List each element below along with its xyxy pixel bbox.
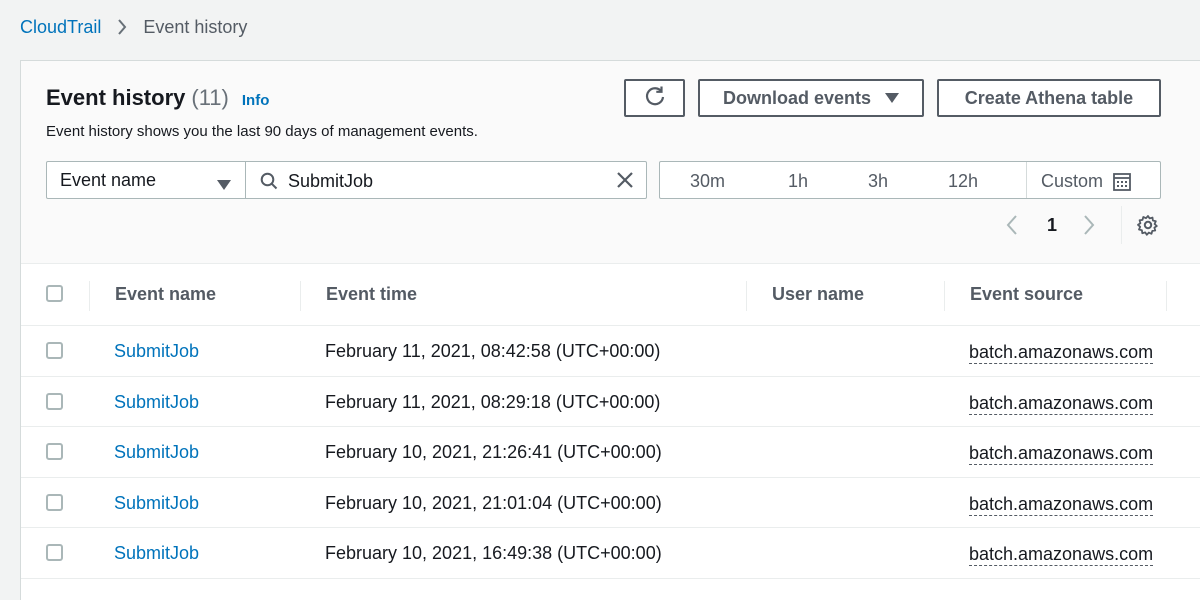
refresh-icon [644, 85, 666, 112]
column-header-user-name[interactable]: User name [772, 284, 864, 305]
event-time: February 10, 2021, 16:49:38 (UTC+00:00) [325, 543, 662, 563]
table-row[interactable]: SubmitJob February 11, 2021, 08:42:58 (U… [21, 326, 1200, 377]
column-header-event-source[interactable]: Event source [970, 284, 1083, 305]
search-input-value: SubmitJob [288, 171, 374, 191]
column-divider [944, 281, 945, 311]
search-icon [260, 172, 278, 195]
panel-header: Event history (11) Info Event history sh… [21, 61, 1200, 264]
row-checkbox[interactable] [46, 392, 63, 410]
events-table: Event name Event time User name Event so… [21, 264, 1200, 579]
event-source[interactable]: batch.amazonaws.com [969, 442, 1154, 465]
info-link[interactable]: Info [242, 92, 270, 109]
row-checkbox[interactable] [46, 443, 63, 460]
column-divider [300, 281, 301, 311]
event-name-link[interactable]: SubmitJob [114, 341, 199, 362]
event-time: February 10, 2021, 21:26:41 (UTC+00:00) [325, 442, 662, 462]
time-range-1h[interactable]: 1h [788, 171, 808, 192]
chevron-right-icon [117, 18, 127, 36]
pagination-divider [1121, 206, 1122, 244]
download-events-label: Download events [722, 87, 872, 108]
time-range-custom-label: Custom [1041, 171, 1104, 191]
select-all-checkbox[interactable] [46, 285, 63, 302]
table-row[interactable]: SubmitJob February 11, 2021, 08:29:18 (U… [21, 377, 1200, 427]
pagination-current-page[interactable]: 1 [1047, 215, 1057, 236]
chevron-right-icon[interactable] [1083, 214, 1095, 241]
table-row[interactable]: SubmitJob February 10, 2021, 21:26:41 (U… [21, 427, 1200, 478]
refresh-button[interactable] [624, 79, 685, 117]
time-range-custom[interactable]: Custom [1041, 171, 1131, 192]
row-checkbox[interactable] [46, 544, 63, 561]
column-divider [1166, 281, 1167, 311]
table-row[interactable]: SubmitJob February 10, 2021, 21:01:04 (U… [21, 478, 1200, 528]
event-time: February 11, 2021, 08:42:58 (UTC+00:00) [325, 341, 661, 361]
attribute-select-value: Event name [60, 169, 157, 190]
row-checkbox[interactable] [46, 493, 63, 511]
caret-down-icon [217, 175, 231, 196]
chevron-left-icon[interactable] [1006, 214, 1018, 241]
close-icon[interactable] [616, 171, 634, 194]
calendar-icon [1113, 172, 1131, 191]
download-events-button[interactable]: Download events [698, 79, 924, 117]
search-input[interactable]: SubmitJob [245, 161, 647, 199]
event-time: February 11, 2021, 08:29:18 (UTC+00:00) [325, 391, 661, 412]
row-checkbox[interactable] [46, 342, 63, 359]
event-source[interactable]: batch.amazonaws.com [969, 543, 1154, 566]
event-time: February 10, 2021, 21:01:04 (UTC+00:00) [325, 492, 662, 513]
page-title: Event history (11) Info [46, 85, 269, 111]
breadcrumb: CloudTrail Event history [20, 14, 247, 40]
gear-icon[interactable] [1137, 214, 1159, 241]
column-header-event-time[interactable]: Event time [326, 284, 417, 305]
time-range-divider [1026, 162, 1027, 198]
event-source[interactable]: batch.amazonaws.com [969, 341, 1154, 364]
time-range-selector: 30m 1h 3h 12h Custom [659, 161, 1161, 199]
event-source[interactable]: batch.amazonaws.com [969, 493, 1154, 516]
column-divider [746, 281, 747, 311]
event-source[interactable]: batch.amazonaws.com [969, 392, 1154, 415]
caret-down-icon [885, 88, 900, 109]
table-row[interactable]: SubmitJob February 10, 2021, 16:49:38 (U… [21, 528, 1200, 579]
event-name-link[interactable]: SubmitJob [114, 493, 199, 514]
table-header: Event name Event time User name Event so… [21, 264, 1200, 326]
breadcrumb-current: Event history [143, 16, 248, 37]
attribute-select[interactable]: Event name [46, 161, 246, 199]
event-name-link[interactable]: SubmitJob [114, 392, 199, 413]
event-history-panel: Event history (11) Info Event history sh… [20, 60, 1200, 600]
page-description: Event history shows you the last 90 days… [46, 123, 478, 140]
breadcrumb-cloudtrail-link[interactable]: CloudTrail [20, 17, 101, 38]
column-header-event-name[interactable]: Event name [115, 284, 216, 305]
page-title-text: Event history [46, 85, 186, 110]
event-count: (11) [191, 85, 229, 110]
time-range-12h[interactable]: 12h [948, 171, 978, 192]
event-name-link[interactable]: SubmitJob [114, 543, 199, 564]
time-range-3h[interactable]: 3h [868, 171, 888, 192]
create-athena-table-button[interactable]: Create Athena table [937, 79, 1161, 117]
column-divider [89, 281, 90, 311]
time-range-30m[interactable]: 30m [690, 171, 725, 192]
event-name-link[interactable]: SubmitJob [114, 442, 199, 463]
